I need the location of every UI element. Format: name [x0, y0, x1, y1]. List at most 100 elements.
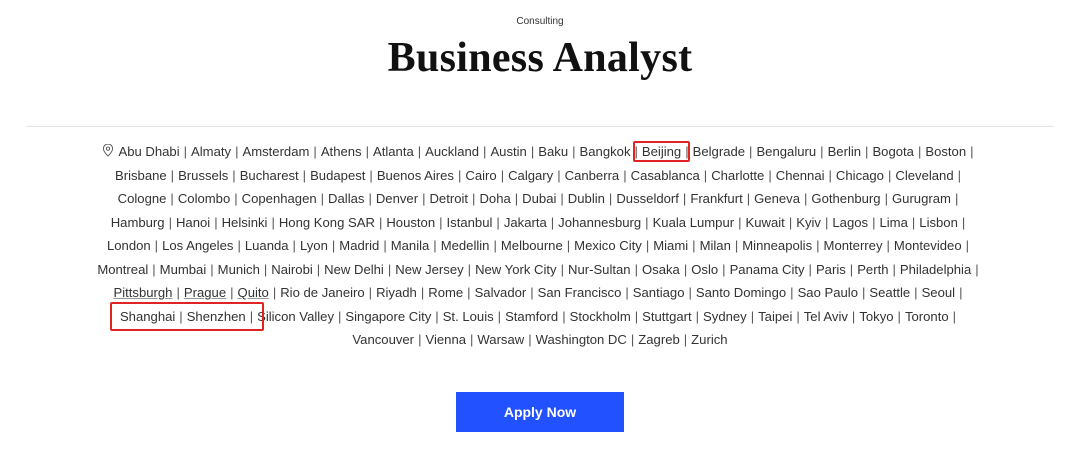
location-bengaluru[interactable]: Bengaluru [756, 144, 816, 159]
location-manila[interactable]: Manila [391, 238, 430, 253]
location-denver[interactable]: Denver [376, 191, 418, 206]
location-calgary[interactable]: Calgary [508, 168, 553, 183]
location-canberra[interactable]: Canberra [565, 168, 620, 183]
location-oslo[interactable]: Oslo [691, 262, 718, 277]
location-belgrade[interactable]: Belgrade [693, 144, 745, 159]
location-gurugram[interactable]: Gurugram [892, 191, 951, 206]
location-budapest[interactable]: Budapest [310, 168, 365, 183]
location-warsaw[interactable]: Warsaw [477, 332, 524, 347]
location-cairo[interactable]: Cairo [465, 168, 496, 183]
location-kuala-lumpur[interactable]: Kuala Lumpur [653, 215, 735, 230]
location-tel-aviv[interactable]: Tel Aviv [804, 309, 848, 324]
location-sao-paulo[interactable]: Sao Paulo [798, 285, 858, 300]
location-boston[interactable]: Boston [925, 144, 966, 159]
location-lima[interactable]: Lima [879, 215, 907, 230]
location-copenhagen[interactable]: Copenhagen [242, 191, 317, 206]
location-mumbai[interactable]: Mumbai [160, 262, 207, 277]
location-atlanta[interactable]: Atlanta [373, 144, 414, 159]
location-doha[interactable]: Doha [479, 191, 510, 206]
location-baku[interactable]: Baku [538, 144, 568, 159]
location-casablanca[interactable]: Casablanca [631, 168, 700, 183]
location-los-angeles[interactable]: Los Angeles [162, 238, 233, 253]
location-almaty[interactable]: Almaty [191, 144, 231, 159]
location-minneapolis[interactable]: Minneapolis [742, 238, 812, 253]
location-bogota[interactable]: Bogota [872, 144, 914, 159]
location-rio-de-janeiro[interactable]: Rio de Janeiro [280, 285, 364, 300]
location-quito[interactable]: Quito [238, 285, 269, 300]
location-auckland[interactable]: Auckland [425, 144, 479, 159]
location-san-francisco[interactable]: San Francisco [538, 285, 622, 300]
location-kyiv[interactable]: Kyiv [796, 215, 821, 230]
location-paris[interactable]: Paris [816, 262, 846, 277]
location-cologne[interactable]: Cologne [118, 191, 167, 206]
location-stamford[interactable]: Stamford [505, 309, 558, 324]
location-vancouver[interactable]: Vancouver [352, 332, 414, 347]
location-jakarta[interactable]: Jakarta [504, 215, 547, 230]
location-taipei[interactable]: Taipei [758, 309, 792, 324]
location-berlin[interactable]: Berlin [828, 144, 861, 159]
location-pittsburgh[interactable]: Pittsburgh [114, 285, 173, 300]
location-miami[interactable]: Miami [653, 238, 688, 253]
location-hanoi[interactable]: Hanoi [176, 215, 210, 230]
location-new-york-city[interactable]: New York City [475, 262, 557, 277]
location-kuwait[interactable]: Kuwait [746, 215, 785, 230]
location-zurich[interactable]: Zurich [691, 332, 727, 347]
location-vienna[interactable]: Vienna [425, 332, 466, 347]
location-singapore-city[interactable]: Singapore City [345, 309, 431, 324]
location-brussels[interactable]: Brussels [178, 168, 228, 183]
location-cleveland[interactable]: Cleveland [895, 168, 953, 183]
location-lyon[interactable]: Lyon [300, 238, 328, 253]
location-dusseldorf[interactable]: Dusseldorf [616, 191, 679, 206]
location-charlotte[interactable]: Charlotte [711, 168, 764, 183]
location-medellin[interactable]: Medellin [441, 238, 490, 253]
location-houston[interactable]: Houston [386, 215, 435, 230]
location-hamburg[interactable]: Hamburg [111, 215, 165, 230]
location-zagreb[interactable]: Zagreb [638, 332, 680, 347]
location-sydney[interactable]: Sydney [703, 309, 747, 324]
location-perth[interactable]: Perth [857, 262, 888, 277]
location-rome[interactable]: Rome [428, 285, 463, 300]
location-frankfurt[interactable]: Frankfurt [690, 191, 742, 206]
location-salvador[interactable]: Salvador [475, 285, 527, 300]
location-toronto[interactable]: Toronto [905, 309, 949, 324]
location-hong-kong-sar[interactable]: Hong Kong SAR [279, 215, 375, 230]
location-new-jersey[interactable]: New Jersey [395, 262, 463, 277]
location-seattle[interactable]: Seattle [869, 285, 910, 300]
location-prague[interactable]: Prague [184, 285, 226, 300]
location-stockholm[interactable]: Stockholm [570, 309, 631, 324]
location-montreal[interactable]: Montreal [97, 262, 148, 277]
location-athens[interactable]: Athens [321, 144, 362, 159]
location-monterrey[interactable]: Monterrey [824, 238, 883, 253]
location-milan[interactable]: Milan [700, 238, 731, 253]
location-st-louis[interactable]: St. Louis [443, 309, 494, 324]
location-lagos[interactable]: Lagos [832, 215, 868, 230]
location-gothenburg[interactable]: Gothenburg [811, 191, 880, 206]
location-santiago[interactable]: Santiago [633, 285, 685, 300]
location-johannesburg[interactable]: Johannesburg [558, 215, 641, 230]
location-istanbul[interactable]: Istanbul [447, 215, 493, 230]
location-madrid[interactable]: Madrid [339, 238, 379, 253]
location-brisbane[interactable]: Brisbane [115, 168, 167, 183]
location-munich[interactable]: Munich [218, 262, 260, 277]
location-philadelphia[interactable]: Philadelphia [900, 262, 971, 277]
location-montevideo[interactable]: Montevideo [894, 238, 962, 253]
location-stuttgart[interactable]: Stuttgart [642, 309, 692, 324]
apply-now-button[interactable]: Apply Now [456, 392, 624, 432]
location-abu-dhabi[interactable]: Abu Dhabi [118, 144, 179, 159]
location-luanda[interactable]: Luanda [245, 238, 289, 253]
location-panama-city[interactable]: Panama City [730, 262, 805, 277]
location-buenos-aires[interactable]: Buenos Aires [377, 168, 454, 183]
location-tokyo[interactable]: Tokyo [859, 309, 893, 324]
location-lisbon[interactable]: Lisbon [919, 215, 958, 230]
location-colombo[interactable]: Colombo [178, 191, 230, 206]
location-dublin[interactable]: Dublin [568, 191, 605, 206]
location-seoul[interactable]: Seoul [922, 285, 956, 300]
location-chicago[interactable]: Chicago [836, 168, 884, 183]
location-detroit[interactable]: Detroit [429, 191, 468, 206]
location-new-delhi[interactable]: New Delhi [324, 262, 384, 277]
location-bucharest[interactable]: Bucharest [240, 168, 299, 183]
location-washington-dc[interactable]: Washington DC [536, 332, 627, 347]
location-riyadh[interactable]: Riyadh [376, 285, 417, 300]
location-amsterdam[interactable]: Amsterdam [242, 144, 309, 159]
location-santo-domingo[interactable]: Santo Domingo [696, 285, 786, 300]
